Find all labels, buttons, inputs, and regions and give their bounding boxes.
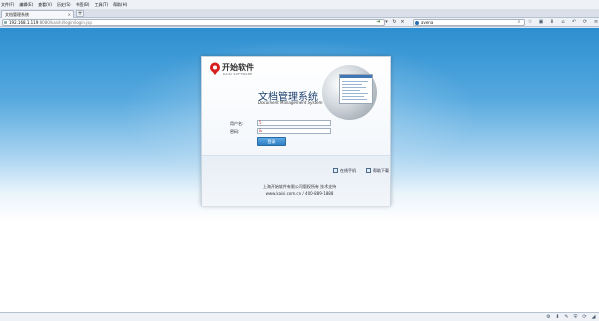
dropdown-icon[interactable]: ▾ bbox=[384, 19, 389, 25]
security-icon[interactable]: ⛨ bbox=[573, 314, 578, 320]
tab-title: 文档管理系统 bbox=[5, 12, 29, 17]
home-icon[interactable]: ⌂ bbox=[560, 19, 566, 25]
star-icon[interactable]: ☆ bbox=[527, 19, 533, 25]
username-field[interactable]: 5 bbox=[257, 120, 331, 126]
download-status-icon[interactable]: ⬇ bbox=[555, 314, 560, 320]
menu-history[interactable]: 历史(S) bbox=[57, 2, 71, 8]
tab-document-system[interactable]: 文档管理系统 × bbox=[1, 10, 74, 18]
system-subtitle: Document Management System bbox=[258, 100, 323, 105]
preview-line bbox=[342, 96, 364, 97]
address-bar[interactable]: 192.168.1.119:8080/kaishi/login/login.js… bbox=[2, 19, 385, 26]
kaisi-logo-icon bbox=[210, 62, 220, 75]
preview-line bbox=[342, 81, 368, 82]
address-actions: ➔ ▾ ↻ × bbox=[376, 19, 405, 25]
mobile-link[interactable]: 在线手机 bbox=[340, 168, 356, 174]
tab-close-icon[interactable]: × bbox=[68, 11, 71, 18]
copyright-text: 上海开始软件有限公司版权所有 技术支持 bbox=[262, 184, 337, 189]
password-label: 密码: bbox=[230, 129, 240, 134]
preview-line bbox=[342, 84, 362, 85]
menu-help[interactable]: 帮助(H) bbox=[113, 2, 127, 8]
go-arrow-icon[interactable]: ➔ bbox=[376, 19, 381, 25]
search-engine-icon[interactable] bbox=[415, 21, 419, 25]
menu-tools[interactable]: 工具(T) bbox=[94, 2, 108, 8]
help-download-link[interactable]: 帮助下载 bbox=[373, 168, 389, 174]
url-host: 192.168.1.119 bbox=[9, 20, 39, 25]
password-field[interactable]: & bbox=[257, 128, 331, 134]
toolbar-icons: ⌕ ☆ ▣ ⬇ ⌂ ↶ ⟳ ≡ bbox=[516, 19, 599, 25]
resize-grip-icon[interactable]: ◢ bbox=[591, 314, 596, 320]
menu-icon[interactable]: ≡ bbox=[593, 19, 599, 25]
download-icon[interactable]: ⬇ bbox=[549, 19, 555, 25]
page-content: 开始软件 KAISI SOFTWARE 文档管理系统 Document Mana… bbox=[0, 28, 599, 312]
preview-line bbox=[342, 87, 366, 88]
search-icon[interactable]: ⌕ bbox=[516, 19, 522, 25]
addon-icon[interactable]: ⚙ bbox=[546, 314, 551, 320]
search-bar[interactable]: avena bbox=[413, 19, 525, 26]
login-panel-footer bbox=[202, 155, 390, 206]
sync-icon[interactable]: ⟳ bbox=[582, 19, 588, 25]
new-tab-button[interactable]: + bbox=[76, 10, 84, 17]
menu-file[interactable]: 文件(F) bbox=[1, 2, 14, 8]
stop-icon[interactable]: × bbox=[400, 19, 405, 25]
nav-bar: 192.168.1.119:8080/kaishi/login/login.js… bbox=[0, 18, 599, 27]
back-history-icon[interactable]: ↶ bbox=[571, 19, 577, 25]
menu-view[interactable]: 查看(V) bbox=[38, 2, 52, 8]
tab-bar: 文档管理系统 × + bbox=[0, 9, 599, 18]
reload-icon[interactable]: ↻ bbox=[392, 19, 397, 25]
phone-icon bbox=[333, 168, 338, 173]
brand-name-en: KAISI SOFTWARE bbox=[223, 72, 253, 76]
clipboard-icon[interactable]: ▣ bbox=[538, 19, 544, 25]
contact-text: www.kaisi.com.cn / 400-889-1888 bbox=[265, 191, 334, 196]
menu-bookmarks[interactable]: 书签(B) bbox=[76, 2, 90, 8]
site-identity-icon[interactable] bbox=[4, 21, 7, 24]
search-text: avena bbox=[421, 20, 434, 25]
help-download-icon bbox=[366, 168, 371, 173]
login-button[interactable]: 登录 bbox=[257, 137, 286, 146]
preview-line bbox=[342, 99, 367, 100]
status-icons: ⚙ ⬇ ✎ ⛨ ⟳ ◢ bbox=[546, 314, 596, 320]
app-preview-image bbox=[339, 74, 373, 104]
preview-line bbox=[342, 90, 360, 91]
menu-edit[interactable]: 编辑(E) bbox=[19, 2, 33, 8]
edit-icon[interactable]: ✎ bbox=[564, 314, 569, 320]
username-label: 用户名: bbox=[230, 121, 244, 126]
preview-line bbox=[342, 93, 368, 94]
sync-status-icon[interactable]: ⟳ bbox=[582, 314, 587, 320]
status-bar: ⚙ ⬇ ✎ ⛨ ⟳ ◢ bbox=[0, 312, 599, 321]
url-path: :8080/kaishi/login/login.jsp bbox=[38, 20, 92, 25]
menu-bar: 文件(F) 编辑(E) 查看(V) 历史(S) 书签(B) 工具(T) 帮助(H… bbox=[0, 0, 599, 9]
preview-titlebar bbox=[340, 75, 372, 78]
